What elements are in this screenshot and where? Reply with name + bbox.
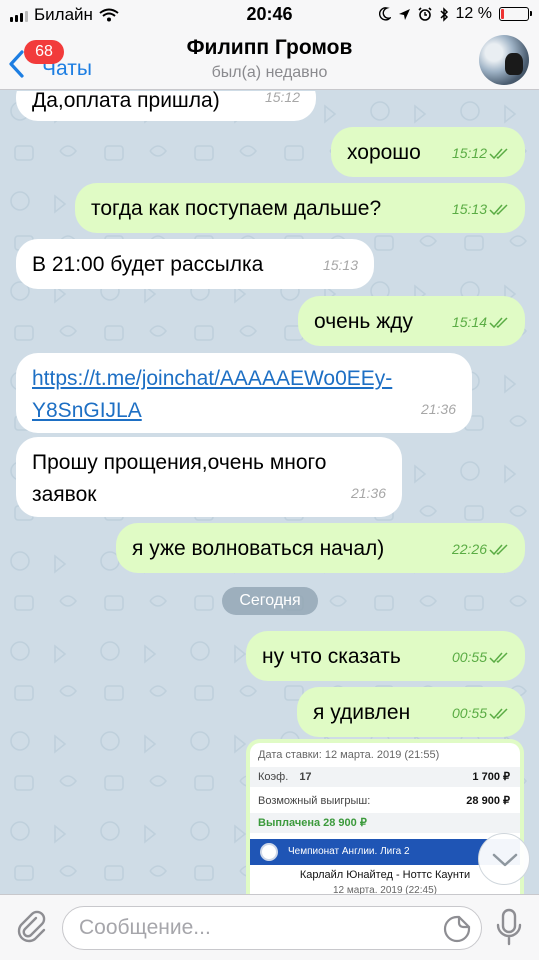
bet-date: Дата ставки: 12 марта. 2019 (21:55) <box>258 749 440 761</box>
link-text-1: https://t.me/joinchat/AAAAAEWo0EEy- <box>32 367 393 390</box>
message-text: я удивлен <box>313 701 411 724</box>
scroll-down-button[interactable] <box>478 833 530 885</box>
message-outgoing[interactable]: я уже волноваться начал) 22:26 <box>116 523 525 573</box>
time-text: 15:12 <box>451 145 487 161</box>
stake-value: 1 700 ₽ <box>472 771 510 783</box>
message-text: я уже волноваться начал) <box>132 537 385 560</box>
paid-status: Выплачена 28 900 ₽ <box>250 813 520 833</box>
message-incoming[interactable]: В 21:00 будет рассылка 15:13 <box>16 239 374 289</box>
link-text-2: Y8SnGIJLA <box>32 399 142 422</box>
message-text: ну что сказать <box>262 645 401 668</box>
message-time: 15:13 <box>452 193 509 225</box>
double-check-icon <box>489 148 508 160</box>
coef-value: 17 <box>299 771 312 783</box>
time-text: 15:13 <box>451 201 487 217</box>
message-text: очень жду <box>314 310 414 333</box>
date-divider: Сегодня <box>222 587 318 615</box>
sticker-icon[interactable] <box>443 915 471 943</box>
message-input[interactable] <box>79 907 419 949</box>
message-text: тогда как поступаем дальше? <box>91 197 382 220</box>
text-line-2: заявок <box>32 483 97 506</box>
win-label: Возможный выигрыш: <box>258 795 371 807</box>
chat-area[interactable]: Да,оплата пришла) 15:12 хорошо 15:12 тог… <box>0 91 539 894</box>
contact-status: был(а) недавно <box>211 64 328 81</box>
double-check-icon <box>489 317 508 329</box>
message-time: 21:36 <box>350 485 386 501</box>
message-time: 00:55 <box>452 697 509 729</box>
win-row: Возможный выигрыш: 28 900 ₽ <box>250 791 520 811</box>
message-outgoing[interactable]: я удивлен 00:55 <box>297 687 525 737</box>
message-time: 15:12 <box>264 91 300 105</box>
input-bar <box>0 894 539 960</box>
message-text: В 21:00 будет рассылка <box>32 253 264 276</box>
battery-icon <box>499 7 532 21</box>
message-outgoing[interactable]: хорошо 15:12 <box>331 127 525 177</box>
double-check-icon <box>489 708 508 720</box>
contact-name[interactable]: Филипп Громов <box>0 36 539 60</box>
message-time: 21:36 <box>420 401 456 417</box>
time-text: 15:14 <box>451 314 487 330</box>
time-text: 00:55 <box>451 649 487 665</box>
avatar[interactable] <box>479 35 529 85</box>
moon-icon <box>378 7 391 21</box>
message-incoming[interactable]: Прошу прощения,очень много заявок 21:36 <box>16 437 402 517</box>
message-text: хорошо <box>347 141 421 164</box>
text-line-1: Прошу прощения,очень много <box>32 451 327 474</box>
league-name: Чемпионат Англии. Лига 2 <box>288 846 410 857</box>
status-bar: Билайн 20:46 12 % <box>0 0 539 30</box>
message-time: 00:55 <box>452 641 509 673</box>
match-date: 12 марта. 2019 (22:45) <box>333 885 437 894</box>
location-icon <box>398 8 410 20</box>
message-outgoing[interactable]: очень жду 15:14 <box>298 296 525 346</box>
paperclip-icon[interactable] <box>14 909 48 943</box>
alarm-icon <box>417 7 432 21</box>
message-text: Да,оплата пришла) <box>32 91 220 112</box>
time-text: 00:55 <box>451 705 487 721</box>
microphone-icon[interactable] <box>494 907 524 947</box>
battery-percent: 12 % <box>455 5 492 22</box>
message-time: 15:14 <box>452 306 509 338</box>
coef-row: Коэф. 17 1 700 ₽ <box>250 767 520 787</box>
message-outgoing[interactable]: ну что сказать 00:55 <box>246 631 525 681</box>
time-text: 22:26 <box>451 541 487 557</box>
nav-bar: Чаты 68 Филипп Громов был(а) недавно <box>0 30 539 90</box>
message-outgoing[interactable]: тогда как поступаем дальше? 15:13 <box>75 183 525 233</box>
double-check-icon <box>489 204 508 216</box>
message-time: 22:26 <box>452 533 509 565</box>
message-text: Прошу прощения,очень много заявок <box>32 447 386 511</box>
message-incoming[interactable]: Да,оплата пришла) 15:12 <box>16 91 316 121</box>
status-right: 12 % <box>378 5 532 23</box>
message-time: 15:12 <box>452 137 509 169</box>
double-check-icon <box>489 544 508 556</box>
double-check-icon <box>489 652 508 664</box>
chevron-down-icon <box>492 853 518 867</box>
message-time: 15:13 <box>322 257 358 273</box>
invite-link[interactable]: https://t.me/joinchat/AAAAAEWo0EEy- Y8SnG… <box>32 363 456 427</box>
message-incoming[interactable]: https://t.me/joinchat/AAAAAEWo0EEy- Y8SnG… <box>16 353 472 433</box>
win-value: 28 900 ₽ <box>466 795 510 807</box>
coef-label: Коэф. <box>258 771 289 783</box>
message-field[interactable] <box>62 906 482 950</box>
ball-icon <box>260 843 278 861</box>
bluetooth-icon <box>440 6 448 22</box>
